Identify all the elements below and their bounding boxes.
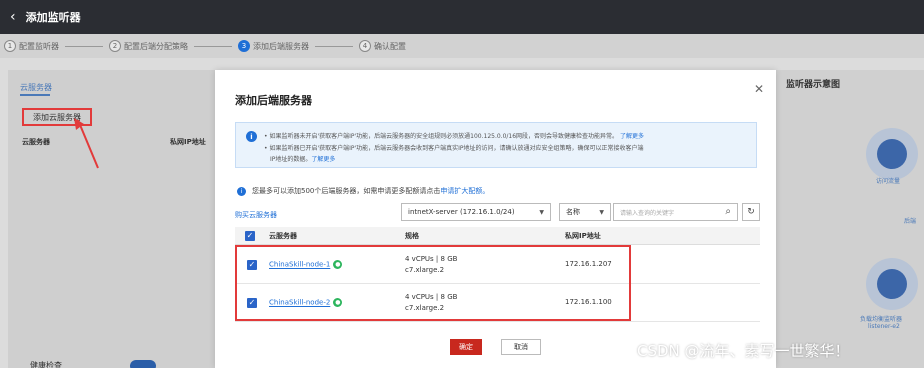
diagram-panel [776,70,924,368]
step-divider [65,45,103,47]
confirm-button[interactable]: 确定 [450,339,482,355]
chevron-left-icon[interactable]: ‹ [10,9,16,25]
step-label: 确认配置 [374,41,406,51]
vpc-subnet-select[interactable]: intnetX-server (172.16.1.0/24) ▼ [401,203,551,221]
request-quota-link[interactable]: 申请扩大配额。 [440,186,489,196]
selection-highlight [235,245,631,321]
step-number: 3 [238,40,250,52]
health-check-toggle[interactable] [130,360,156,368]
close-icon[interactable]: ✕ [754,82,764,96]
step-indicator: 1 配置监听器 2 配置后端分配策略 3 添加后端服务器 4 确认配置 [0,34,924,58]
step-number: 2 [109,40,121,52]
annotation-arrow [74,118,99,169]
col-spec: 规格 [405,232,419,240]
bg-col-ip: 私网IP地址 [170,138,206,146]
search-placeholder: 请输入查询的关键字 [620,209,675,217]
table-header: ✓ 云服务器 规格 私网IP地址 [235,227,760,245]
diagram-label: 负载均衡监听器 [860,316,903,323]
info-icon: i [237,186,246,196]
chevron-down-icon: ▼ [599,208,604,216]
traffic-icon [866,128,918,180]
learn-more-link[interactable]: 了解更多 [620,133,644,140]
chevron-down-icon: ▼ [539,208,544,216]
step-2: 2 配置后端分配策略 [109,40,188,52]
info-line: • 如果监听器未开启'获取客户端IP'功能，后端云服务器的安全组规则必须放通10… [264,133,644,140]
select-value: 名称 [566,208,580,216]
tab-underline [20,94,50,96]
step-4: 4 确认配置 [359,40,406,52]
info-text: 如果监听器未开启'获取客户端IP'功能，后端云服务器的安全组规则必须放通100.… [269,133,619,140]
info-line: IP地址的数据。了解更多 [270,154,335,163]
col-server: 云服务器 [269,232,297,240]
refresh-icon[interactable]: ↻ [742,203,760,221]
notice-text: 您最多可以添加500个后端服务器，如需申请更多配额请点击 [252,187,441,195]
select-all-checkbox[interactable]: ✓ [245,231,255,241]
health-check-label: 健康检查 [30,361,62,368]
step-label: 配置后端分配策略 [124,41,188,51]
info-text: 如果监听器已开启'获取客户端IP'功能，后端云服务器会收到客户端真实IP地址的访… [269,145,644,152]
step-3: 3 添加后端服务器 [238,40,309,52]
step-label: 添加后端服务器 [253,41,309,51]
info-line: • 如果监听器已开启'获取客户端IP'功能，后端云服务器会收到客户端真实IP地址… [264,145,644,152]
col-ip: 私网IP地址 [565,232,601,240]
learn-more-link[interactable]: 了解更多 [311,156,335,163]
top-bar: ‹ 添加监听器 [0,0,924,34]
step-number: 1 [4,40,16,52]
add-backend-server-dialog: 添加后端服务器 ✕ i • 如果监听器未开启'获取客户端IP'功能，后端云服务器… [215,70,776,368]
diagram-label: 访问流量 [876,178,901,185]
filter-field-select[interactable]: 名称 ▼ [559,203,611,221]
step-divider [194,45,232,47]
cancel-button[interactable]: 取消 [501,339,541,355]
diagram-label: 后端 [904,218,917,225]
page-title: 添加监听器 [25,11,81,24]
search-icon[interactable]: ⌕ [725,206,731,217]
quota-notice: i 您最多可以添加500个后端服务器，如需申请更多配额请点击 申请扩大配额。 [237,186,489,196]
dialog-title: 添加后端服务器 [235,94,312,107]
step-number: 4 [359,40,371,52]
watermark: CSDN @流年、素写一世繁华！ [637,342,850,360]
search-input[interactable]: 请输入查询的关键字 ⌕ [613,203,738,221]
diagram-label: listener-e2 [868,323,900,330]
step-divider [315,45,353,47]
info-icon: i [246,131,257,142]
buy-cloud-server-link[interactable]: 购买云服务器 [235,210,277,220]
step-1: 1 配置监听器 [4,40,59,52]
info-banner: i • 如果监听器未开启'获取客户端IP'功能，后端云服务器的安全组规则必须放通… [235,122,757,168]
select-value: intnetX-server (172.16.1.0/24) [408,208,515,216]
load-balancer-icon [866,258,918,310]
diagram-title: 监听器示意图 [786,80,841,90]
step-label: 配置监听器 [19,41,59,51]
tab-cloud-server[interactable]: 云服务器 [20,82,52,93]
bg-col-server: 云服务器 [22,138,50,146]
info-text: IP地址的数据。 [270,156,312,163]
